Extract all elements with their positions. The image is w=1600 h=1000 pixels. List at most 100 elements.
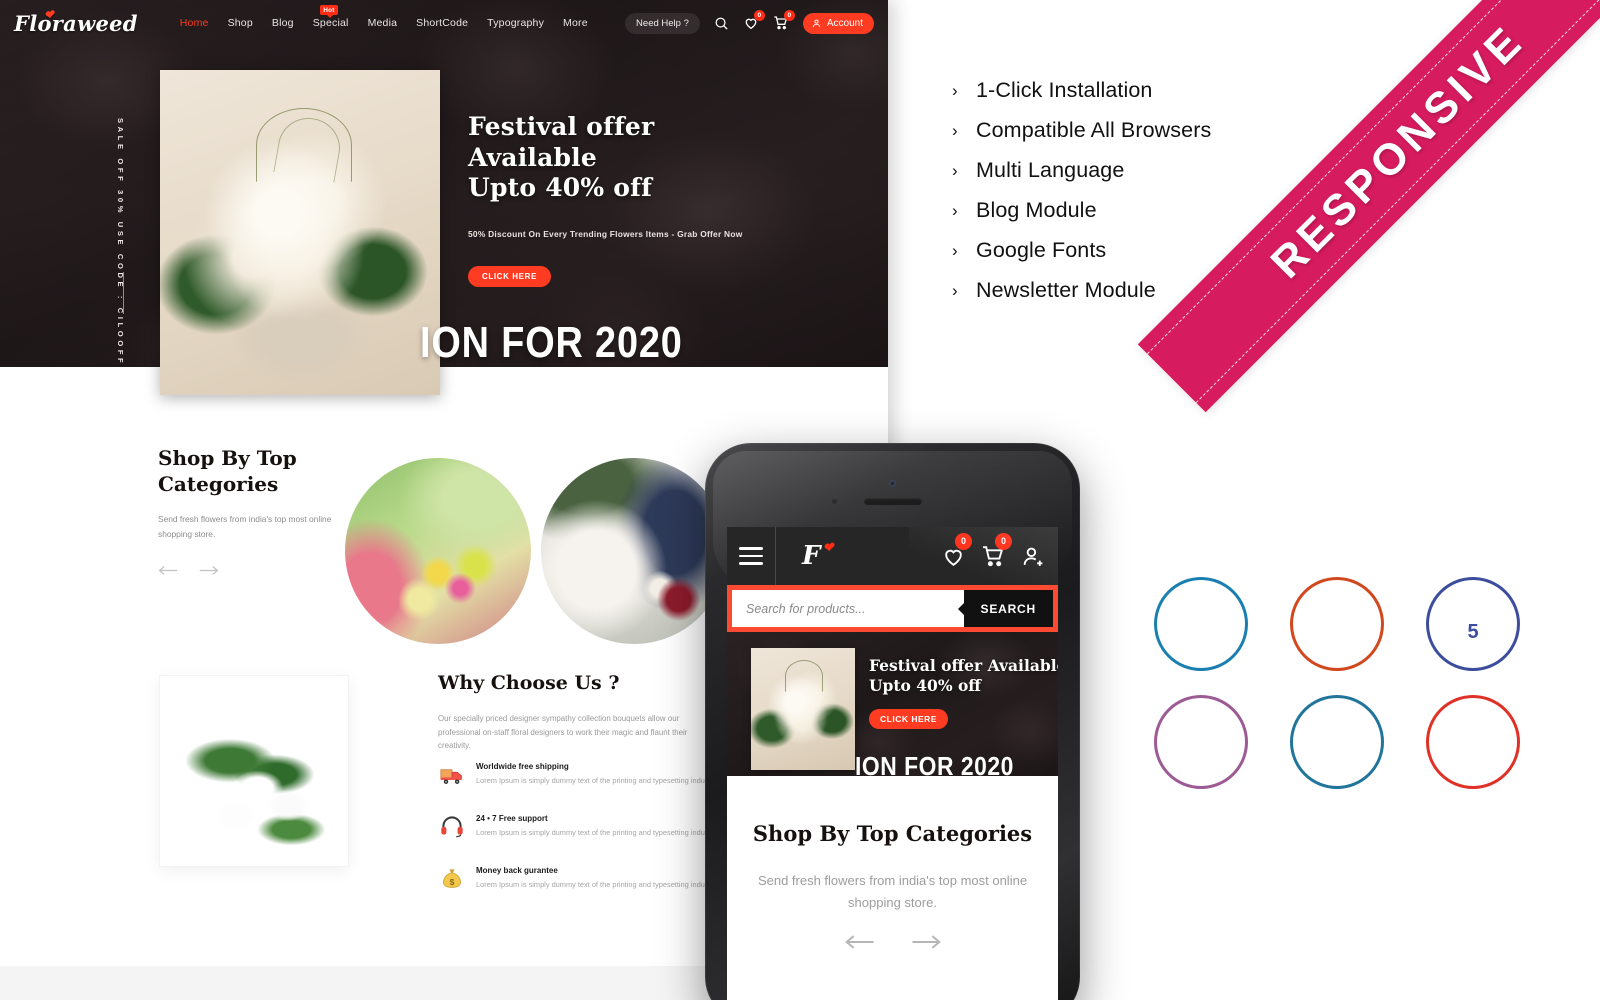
mobile-hero-title: Festival offer Available Upto 40% off: [869, 656, 1058, 696]
woocommerce-badge[interactable]: Woo: [1154, 695, 1248, 789]
refresh-icon: [1434, 703, 1512, 781]
arrow-right-icon[interactable]: [199, 565, 219, 576]
mobile-hero-background-headline: ION FOR 2020: [855, 751, 1014, 776]
mobile-logo[interactable]: F ❤: [802, 540, 835, 571]
nav-item-blog[interactable]: Blog: [272, 17, 294, 29]
feature-item-support: 24 • 7 Free support Lorem Ipsum is simpl…: [440, 814, 730, 838]
category-image-florist[interactable]: [345, 458, 531, 644]
mobile-header-actions: 0 0: [941, 532, 1046, 569]
hamburger-menu-icon[interactable]: [739, 547, 763, 565]
mobile-carousel-controls: [745, 935, 1040, 954]
why-choose-us-title: Why Choose Us ?: [438, 672, 620, 694]
hero-title: Festival offer Available Upto 40% off: [468, 112, 768, 204]
wordpress-badge[interactable]: W: [1290, 695, 1384, 789]
nav-item-shortcode[interactable]: ShortCode: [416, 17, 468, 29]
nav-label: Home: [179, 17, 209, 29]
nav-item-home[interactable]: Home: [180, 17, 209, 29]
mobile-cart-icon[interactable]: 0: [981, 532, 1012, 569]
arrow-right-icon[interactable]: [910, 935, 943, 954]
hero-title-line-2: Upto 40% off: [468, 173, 653, 202]
mobile-wishlist-icon[interactable]: 0: [941, 532, 972, 569]
site-header: Floraweed ❤ Home Shop Blog Hot Special M…: [0, 0, 888, 46]
chevron-right-icon: ›: [952, 160, 958, 180]
promo-feature-label: Google Fonts: [976, 238, 1107, 262]
category-image-wedding[interactable]: [541, 458, 727, 644]
heart-icon: ❤: [821, 540, 835, 557]
hero-cta-button[interactable]: CLICK HERE: [468, 265, 551, 287]
promo-feature-label: Multi Language: [976, 158, 1125, 182]
hero-background-headline: ION FOR 2020: [420, 318, 683, 367]
mobile-hero-cta-button[interactable]: CLICK HERE: [869, 708, 948, 729]
truck-icon: [440, 769, 462, 784]
nav-item-media[interactable]: Media: [368, 17, 398, 29]
jquery-badge[interactable]: [1290, 577, 1384, 671]
cart-count: 0: [783, 10, 795, 21]
phone-camera: [889, 480, 896, 487]
promo-feature-label: 1-Click Installation: [976, 78, 1153, 102]
why-choose-us-image: [160, 676, 348, 866]
cart-icon[interactable]: 0: [773, 10, 795, 31]
categories-title-line-1: Shop By Top: [158, 446, 297, 470]
mobile-categories-title: Shop By Top Categories: [752, 821, 1033, 846]
need-help-button[interactable]: Need Help ?: [625, 12, 700, 34]
nav-label: ShortCode: [416, 17, 469, 29]
elementor-badge[interactable]: [1154, 577, 1248, 671]
mobile-hero-title-line-1: Festival offer Available: [869, 656, 1058, 675]
promo-banner: Floraweed ❤ Home Shop Blog Hot Special M…: [0, 0, 1600, 1000]
feature-text: Lorem Ipsum is simply dummy text of the …: [476, 828, 719, 837]
updates-badge[interactable]: [1426, 695, 1520, 789]
nav-item-more[interactable]: More: [563, 17, 588, 29]
arrow-left-icon[interactable]: [843, 935, 876, 954]
mobile-header: F ❤ 0 0: [727, 527, 1058, 585]
feature-text: Lorem Ipsum is simply dummy text of the …: [476, 776, 719, 785]
feature-heading: 24 • 7 Free support: [476, 814, 548, 823]
promo-feature-1-click-installation: › 1-Click Installation: [952, 78, 1392, 103]
promo-feature-label: Blog Module: [976, 198, 1097, 222]
mobile-search-button[interactable]: SEARCH: [957, 590, 1053, 627]
html5-badge[interactable]: HTML 5: [1426, 577, 1520, 671]
html5-icon: HTML 5: [1434, 585, 1512, 663]
nav-label: More: [563, 17, 588, 29]
mobile-account-icon[interactable]: [1021, 544, 1046, 569]
mobile-categories-section: Shop By Top Categories Send fresh flower…: [727, 776, 1058, 954]
feature-heading: Worldwide free shipping: [476, 762, 569, 771]
mobile-search-input[interactable]: Search for products...: [732, 590, 964, 627]
feature-item-money-back: $ Money back gurantee Lorem Ipsum is sim…: [440, 866, 730, 890]
hero-copy: Festival offer Available Upto 40% off 50…: [468, 112, 768, 287]
promo-feature-label: Compatible All Browsers: [976, 118, 1212, 142]
search-icon[interactable]: [714, 16, 729, 31]
sale-divider-line: [123, 272, 124, 314]
nav-label: Shop: [227, 17, 253, 29]
site-logo[interactable]: Floraweed ❤: [14, 7, 138, 36]
wishlist-icon[interactable]: 0: [743, 10, 765, 31]
nav-label: Media: [367, 17, 398, 29]
chevron-right-icon: ›: [952, 80, 958, 100]
heart-icon: ❤: [42, 6, 56, 23]
hero-bouquet-image: [160, 70, 440, 395]
header-actions: Need Help ? 0 0 Account: [625, 10, 874, 34]
nav-item-typography[interactable]: Typography: [487, 17, 544, 29]
promo-feature-compatible-all-browsers: › Compatible All Browsers: [952, 118, 1392, 143]
hero-title-line-1: Festival offer Available: [468, 112, 655, 172]
hot-badge: Hot: [319, 5, 339, 18]
categories-title: Shop By Top Categories: [158, 445, 348, 497]
chevron-right-icon: ›: [952, 200, 958, 220]
mobile-cart-count: 0: [995, 532, 1012, 550]
header-divider: [775, 527, 776, 585]
nav-label: Blog: [271, 17, 294, 29]
bouquet-stem-decor: [785, 660, 823, 692]
nav-item-special[interactable]: Hot Special: [313, 5, 349, 29]
main-navigation: Home Shop Blog Hot Special Media ShortCo…: [180, 5, 588, 29]
user-icon: [812, 19, 821, 27]
sale-code-vertical-text: SALE OFF 30% USE CODE : CILOOFF: [116, 118, 125, 367]
svg-text:HTML: HTML: [1456, 603, 1491, 615]
technology-badges: HTML 5 Woo W: [1133, 565, 1520, 801]
mobile-categories-description: Send fresh flowers from india's top most…: [757, 873, 1028, 911]
arrow-left-icon[interactable]: [158, 565, 178, 576]
headset-icon: [441, 816, 463, 838]
account-label: Account: [826, 17, 863, 29]
phone-sensor: [832, 499, 837, 504]
account-button[interactable]: Account: [802, 12, 874, 34]
nav-item-shop[interactable]: Shop: [228, 17, 253, 29]
cloud-icon: [1162, 585, 1240, 663]
